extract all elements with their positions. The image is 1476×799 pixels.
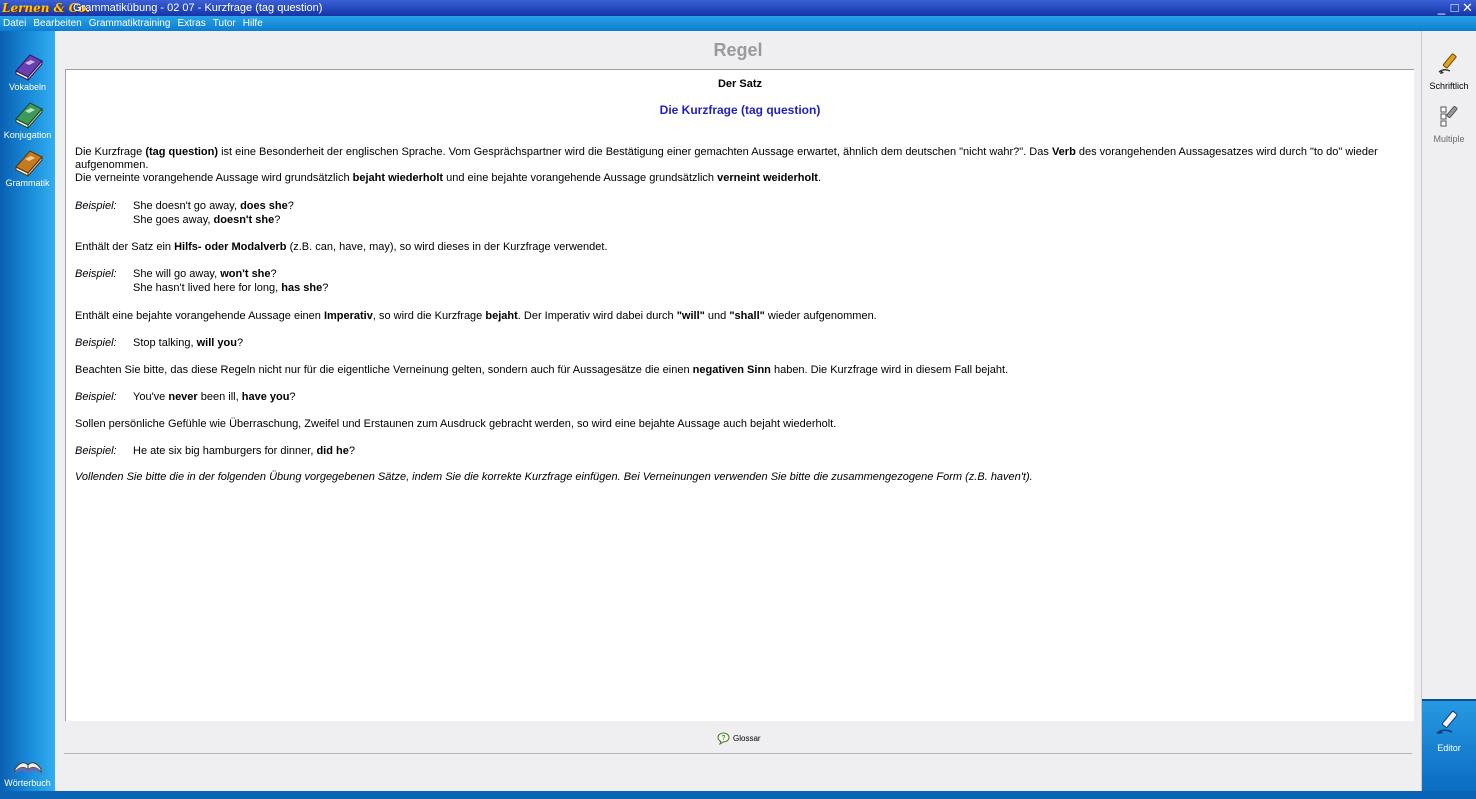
menu-datei[interactable]: Datei [3, 16, 26, 31]
right-tool-rail: Schriftlich Multiple Editor [1421, 31, 1476, 791]
example-line: She will go away, won't she? [133, 268, 277, 280]
left-nav-rail: Vokabeln Konjugation Grammatik Wörterbuc… [0, 31, 55, 791]
pen-icon [1438, 53, 1457, 74]
example-label: Beispiel: [75, 337, 117, 349]
example-line: She hasn't lived here for long, has she? [133, 282, 329, 294]
paragraph-feelings: Sollen persönliche Gefühle wie Überrasch… [75, 418, 837, 430]
purple-book-icon [14, 54, 43, 81]
glossar-button[interactable]: ? Glossar [717, 731, 761, 745]
editor-button[interactable]: Editor [1422, 699, 1476, 791]
editor-label: Editor [1437, 743, 1461, 753]
orange-book-icon [14, 150, 43, 177]
paragraph-intro: Die Kurzfrage (tag question) ist eine Be… [75, 146, 1378, 184]
menu-grammatiktraining[interactable]: Grammatiktraining [89, 16, 171, 31]
nav-konjugation-button[interactable]: Konjugation [0, 99, 55, 140]
example-line: He ate six big hamburgers for dinner, di… [133, 445, 355, 457]
example-line: Stop talking, will you? [133, 337, 244, 349]
nav-grammatik-label: Grammatik [5, 178, 50, 188]
minimize-button[interactable]: _ [1436, 0, 1447, 16]
paragraph-negative-sense: Beachten Sie bitte, das diese Regeln nic… [75, 364, 1009, 376]
nav-woerterbuch-label: Wörterbuch [4, 778, 51, 788]
nav-grammatik-button[interactable]: Grammatik [0, 147, 55, 188]
example-line: She goes away, doesn't she? [133, 214, 281, 226]
menu-bar: Datei Bearbeiten Grammatiktraining Extra… [0, 16, 1476, 31]
menu-bearbeiten[interactable]: Bearbeiten [33, 16, 81, 31]
menu-hilfe[interactable]: Hilfe [243, 16, 263, 31]
glossar-icon: ? [717, 732, 730, 745]
window-controls: _ □ ✕ [1436, 0, 1473, 16]
nav-woerterbuch-button[interactable]: Wörterbuch [0, 755, 55, 788]
glossar-label: Glossar [733, 733, 761, 743]
mode-multiple-button[interactable]: Multiple [1422, 104, 1476, 144]
title-bar: Lernen & Co. Grammatikübung - 02 07 - Ku… [0, 0, 1476, 16]
close-button[interactable]: ✕ [1462, 0, 1473, 16]
green-book-icon [14, 102, 43, 129]
mode-schriftlich-label: Schriftlich [1429, 81, 1469, 91]
maximize-button[interactable]: □ [1449, 0, 1460, 16]
paragraph-imperativ: Enthält eine bejahte vorangehende Aussag… [75, 310, 877, 322]
menu-extras[interactable]: Extras [177, 16, 205, 31]
svg-text:?: ? [722, 735, 726, 742]
paragraph-modal: Enthält der Satz ein Hilfs- oder Modalve… [75, 241, 608, 253]
nav-vokabeln-button[interactable]: Vokabeln [0, 51, 55, 92]
open-book-icon [14, 762, 41, 774]
section-title: Der Satz [717, 78, 763, 90]
main-panel: Regel Der Satz Die Kurzfrage (tag questi… [55, 31, 1421, 791]
exercise-instruction: Vollenden Sie bitte die in der folgenden… [75, 471, 1033, 483]
example-label: Beispiel: [75, 445, 117, 457]
rule-title: Die Kurzfrage (tag question) [659, 103, 821, 117]
nav-konjugation-label: Konjugation [3, 130, 52, 140]
menu-tutor[interactable]: Tutor [213, 16, 236, 31]
mode-schriftlich-button[interactable]: Schriftlich [1422, 51, 1476, 91]
example-line: She doesn't go away, does she? [133, 200, 294, 212]
rule-content: Der Satz Die Kurzfrage (tag question) Di… [65, 69, 1414, 721]
footer-divider [64, 753, 1412, 754]
mode-multiple-label: Multiple [1433, 134, 1465, 144]
page-heading: Regel [713, 40, 763, 60]
window-title: Grammatikübung - 02 07 - Kurzfrage (tag … [73, 2, 323, 14]
example-line: You've never been ill, have you? [133, 391, 296, 403]
nav-vokabeln-label: Vokabeln [8, 82, 47, 92]
example-label: Beispiel: [75, 268, 117, 280]
editor-pen-icon [1436, 710, 1458, 734]
multiple-choice-icon [1440, 106, 1458, 127]
bottom-frame [0, 791, 1476, 799]
example-label: Beispiel: [75, 391, 117, 403]
example-label: Beispiel: [75, 200, 117, 212]
